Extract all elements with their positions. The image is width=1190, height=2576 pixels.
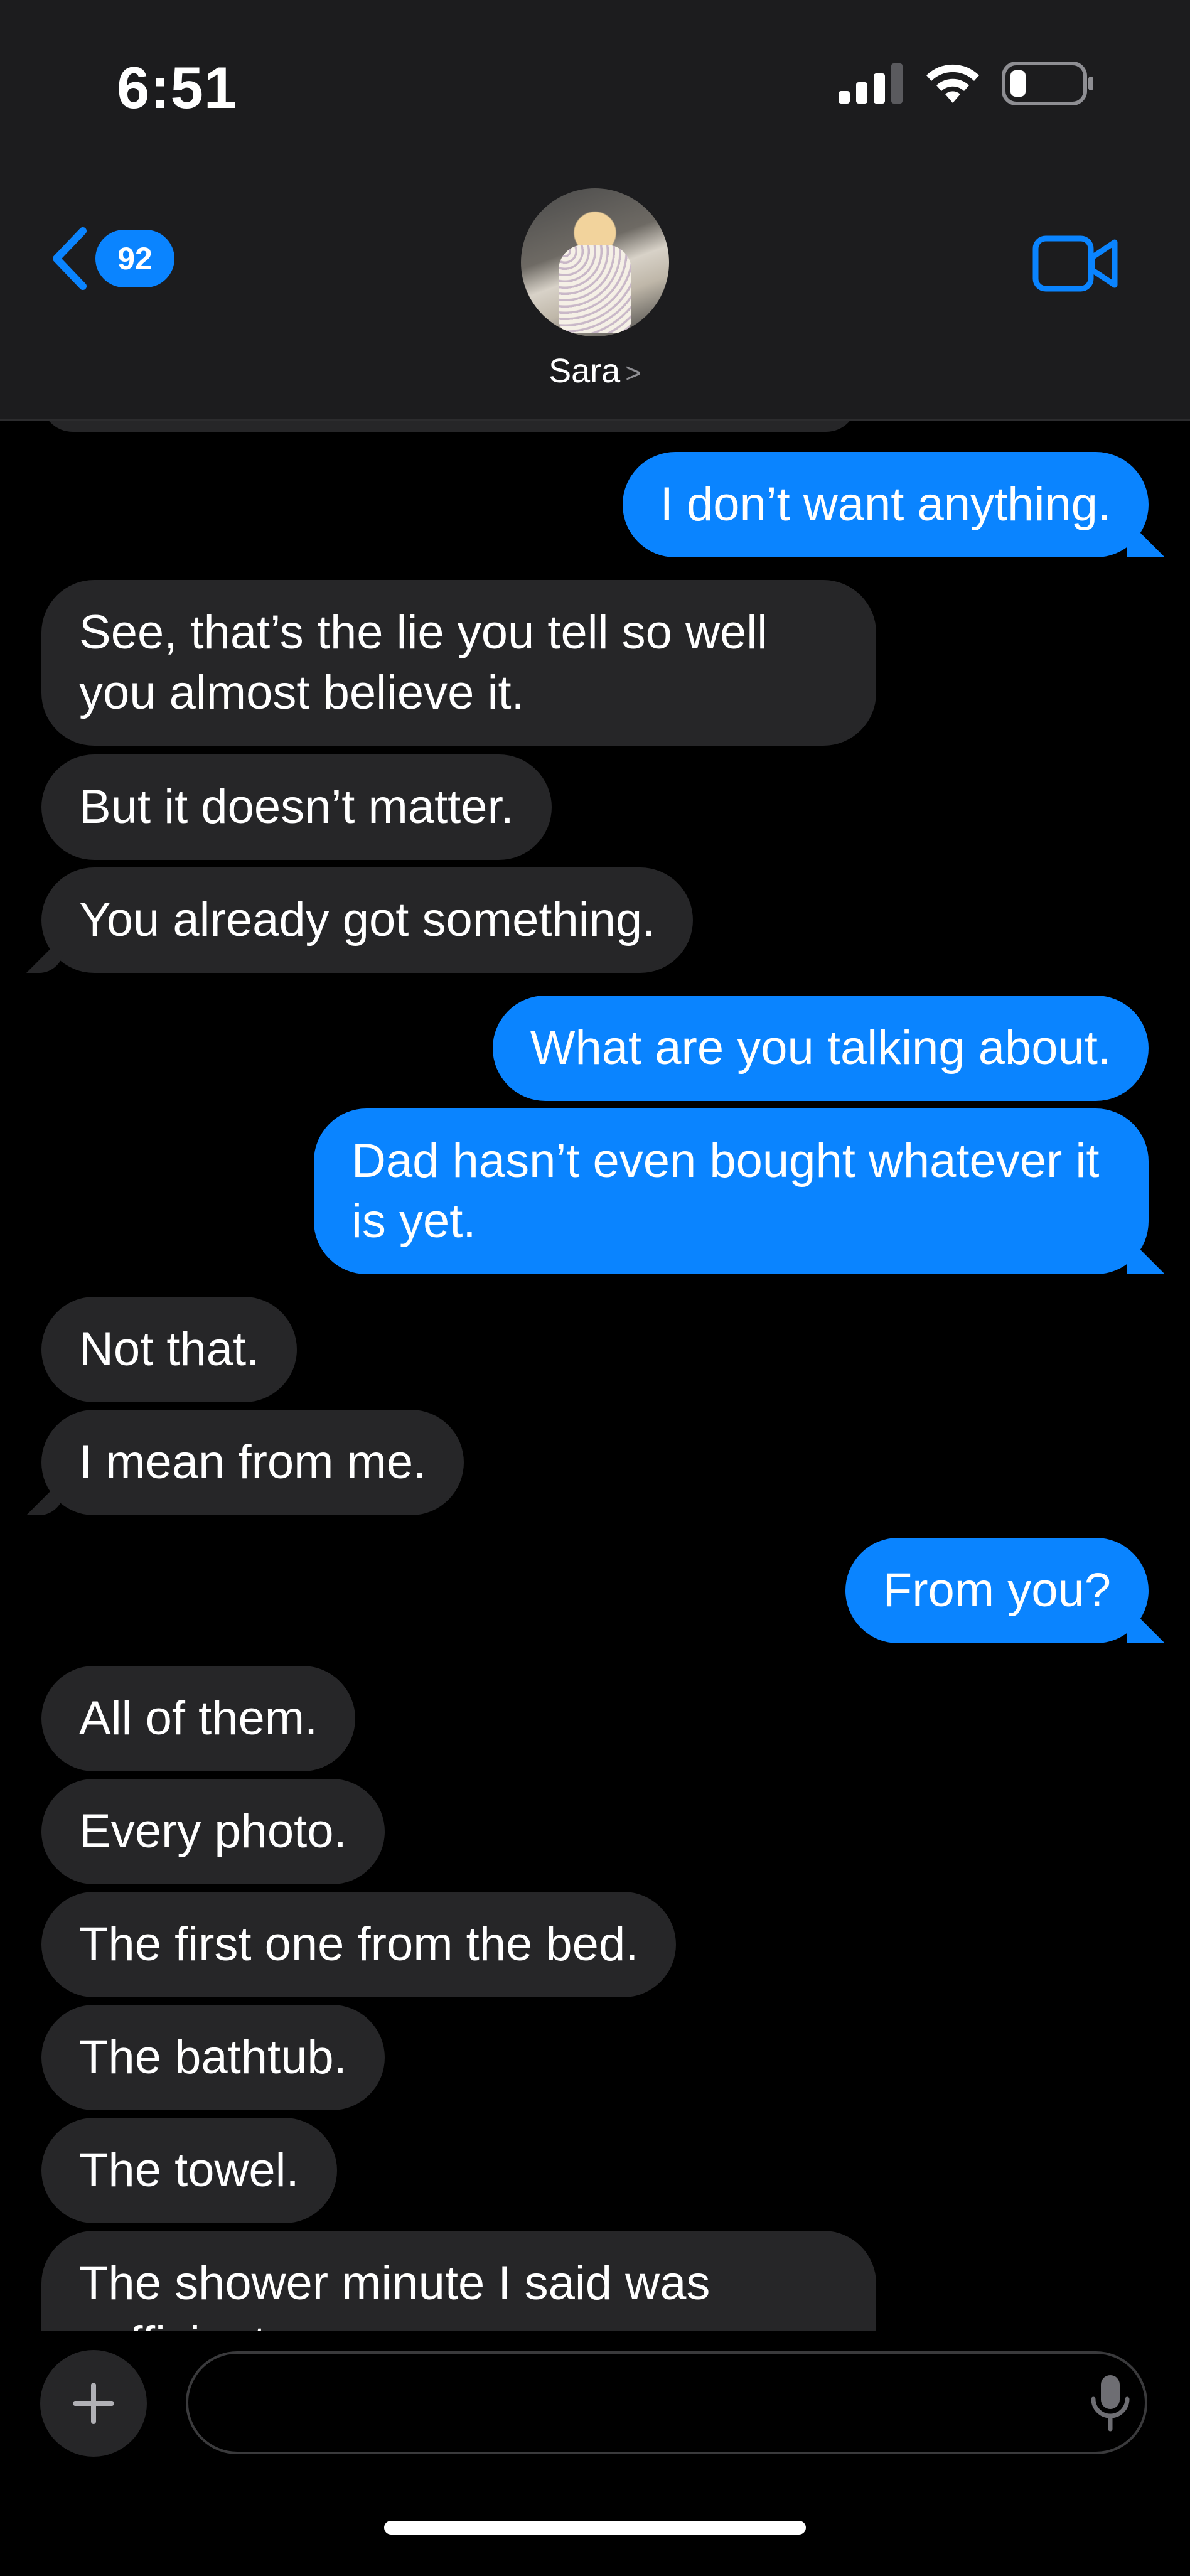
status-icons (839, 62, 1096, 105)
message-bubble-outgoing[interactable]: I don’t want anything. (622, 452, 1149, 557)
message-bubble-incoming[interactable]: But it doesn’t matter. (41, 754, 552, 860)
status-time: 6:51 (117, 55, 238, 121)
unread-count-badge: 92 (95, 230, 174, 287)
home-indicator[interactable] (384, 2521, 806, 2535)
message-bubble-incoming[interactable]: The shower minute I said was sufficient. (41, 2231, 876, 2331)
message-bubble-incoming[interactable]: All of them. (41, 1666, 356, 1771)
cellular-signal-icon (839, 63, 903, 104)
contact-name: Sara (549, 352, 621, 390)
message-bubble-incoming[interactable] (41, 419, 857, 432)
wifi-icon (926, 64, 979, 103)
video-camera-icon (1032, 235, 1118, 292)
message-bubble-incoming[interactable]: The towel. (41, 2118, 337, 2223)
message-bubble-outgoing[interactable]: What are you talking about. (492, 996, 1149, 1101)
back-button[interactable]: 92 (49, 226, 174, 291)
message-bubble-incoming[interactable]: See, that’s the lie you tell so well you… (41, 580, 876, 746)
avatar-photo (559, 245, 631, 333)
message-bubble-incoming[interactable]: Every photo. (41, 1779, 385, 1884)
facetime-video-button[interactable] (1032, 233, 1120, 297)
message-bubble-incoming[interactable]: The first one from the bed. (41, 1892, 677, 1997)
add-attachment-button[interactable] (40, 2350, 147, 2457)
compose-bar (0, 2331, 1190, 2576)
contact-avatar[interactable] (521, 188, 669, 336)
contact-chevron-icon: > (625, 358, 641, 389)
message-bubble-incoming[interactable]: The bathtub. (41, 2005, 385, 2110)
message-input[interactable] (186, 2351, 1147, 2454)
navigation-header: 6:51 92 Sara > (0, 0, 1190, 421)
message-bubble-incoming[interactable]: You already got something. (41, 867, 694, 973)
message-thread[interactable]: I don’t want anything. See, that’s the l… (0, 419, 1190, 2331)
contact-name-button[interactable]: Sara > (0, 352, 1190, 390)
chevron-left-icon (53, 227, 87, 290)
dictation-button[interactable] (1088, 2373, 1132, 2436)
message-bubble-incoming[interactable]: Not that. (41, 1297, 298, 1402)
battery-icon (1002, 62, 1093, 105)
message-bubble-incoming[interactable]: I mean from me. (41, 1410, 464, 1515)
message-bubble-outgoing[interactable]: Dad hasn’t even bought whatever it is ye… (314, 1108, 1149, 1274)
message-bubble-outgoing[interactable]: From you? (845, 1538, 1149, 1643)
microphone-icon (1091, 2375, 1130, 2432)
plus-icon (73, 2383, 114, 2424)
